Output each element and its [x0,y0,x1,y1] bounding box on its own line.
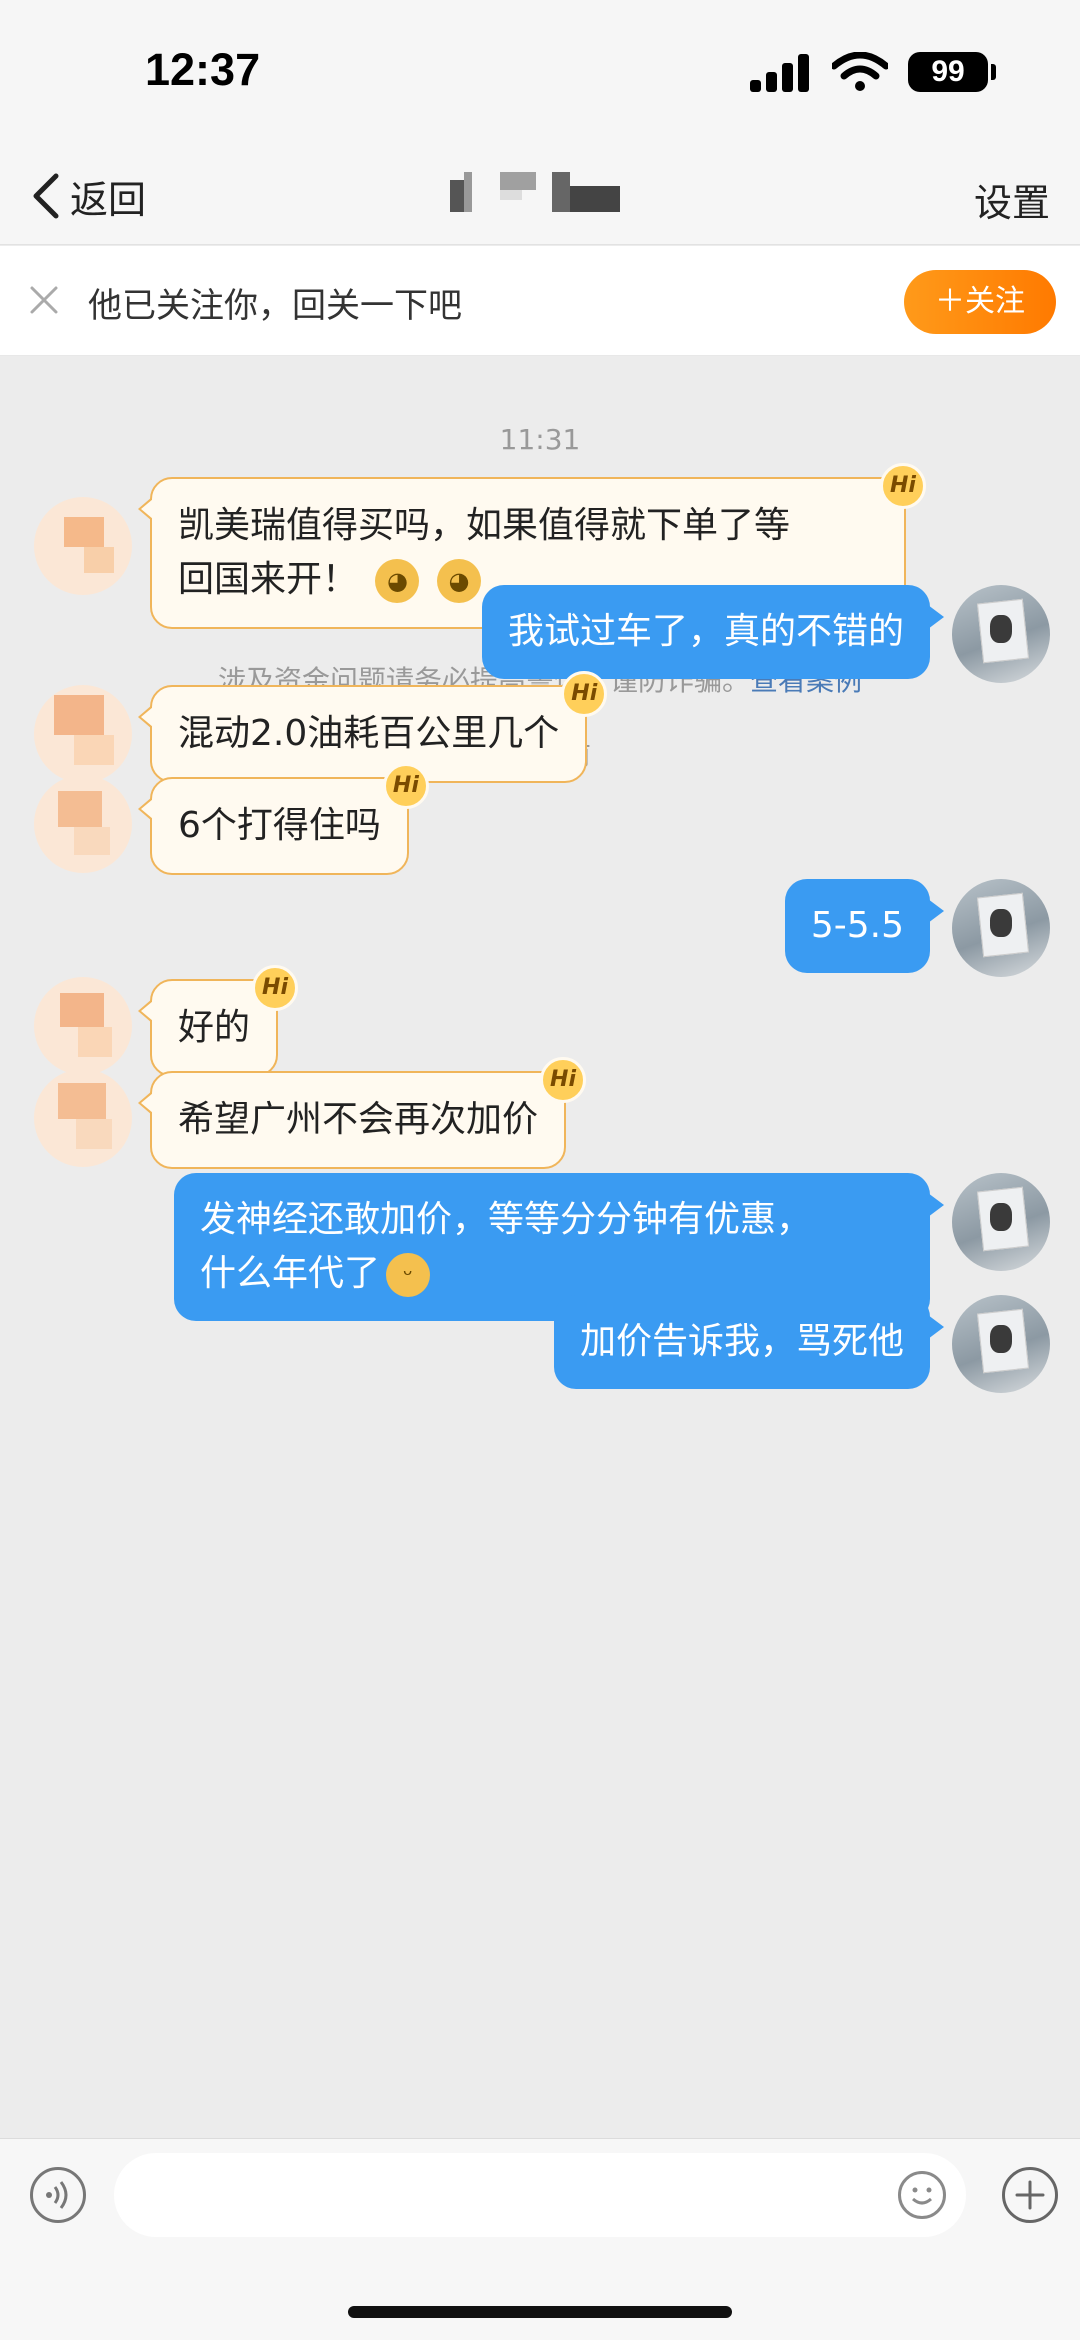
message-bubble-in[interactable]: 混动2.0油耗百公里几个 Hi [137,671,608,783]
emoji-button[interactable] [898,2171,946,2219]
chevron-left-icon [33,173,59,219]
message-input[interactable] [114,2153,966,2237]
status-icons: 99 [750,52,996,92]
close-icon[interactable] [26,282,62,318]
contact-name-redacted [450,172,625,222]
message-bubble-in[interactable]: 希望广州不会再次加价 Hi [137,1057,587,1169]
doge-emoji-icon: ◕ [375,559,420,603]
back-button[interactable]: 返回 [26,164,146,228]
status-time: 12:37 [145,44,261,95]
home-indicator [348,2306,732,2318]
chat-area[interactable]: 11:31 凯美瑞值得买吗，如果值得就下单了等 回国来开！ ◕ ◕ Hi 涉及资… [0,357,1080,2137]
message-bubble-in[interactable]: 6个打得住吗 Hi [138,763,429,875]
message-bubble-out[interactable]: 加价告诉我，骂死他 [553,1295,945,1389]
contact-avatar[interactable] [34,685,132,783]
message-bubble-in[interactable]: 好的 Hi [137,965,299,1077]
my-avatar[interactable] [952,1173,1050,1271]
time-divider: 11:31 [499,423,581,456]
contact-avatar[interactable] [34,1069,132,1167]
plus-button[interactable] [1002,2167,1058,2223]
voice-icon [46,2181,68,2209]
battery-icon: 99 [908,52,996,92]
message-text: 回国来开！ [178,559,359,600]
my-avatar[interactable] [952,1295,1050,1393]
my-avatar[interactable] [952,879,1050,977]
follow-button[interactable]: ＋关注 [904,270,1056,334]
message-text: 好的 [178,1007,251,1048]
message-text: 6个打得住吗 [178,805,381,846]
contact-avatar[interactable] [34,775,132,873]
hi-badge: Hi [561,671,608,717]
back-label: 返回 [70,177,147,222]
hi-badge: Hi [252,965,299,1011]
message-text: 什么年代了 [200,1253,381,1294]
contact-avatar[interactable] [34,977,132,1075]
message-text: 混动2.0油耗百公里几个 [178,713,560,754]
hi-badge: Hi [382,763,429,809]
follow-banner: 他已关注你，回关一下吧 ＋关注 [0,246,1080,356]
plus-icon [1015,2180,1045,2210]
nav-bar: 返回 设置 [0,150,1080,245]
contact-avatar[interactable] [34,497,132,595]
message-text-line2: 什么年代了 ᵕ [200,1247,904,1301]
message-text: 希望广州不会再次加价 [178,1099,539,1140]
grin-emoji-icon: ᵕ [386,1253,431,1297]
follow-prompt-text: 他已关注你，回关一下吧 [88,286,462,326]
smiley-icon [912,2187,932,2205]
message-text-line1: 凯美瑞值得买吗，如果值得就下单了等 [178,505,791,546]
message-bubble-out[interactable]: 我试过车了，真的不错的 [481,585,945,679]
status-bar: 12:37 99 [0,0,1080,150]
my-avatar[interactable] [952,585,1050,683]
settings-button[interactable]: 设置 [974,172,1050,227]
doge-emoji-icon: ◕ [436,559,481,603]
message-text-line1: 发神经还敢加价，等等分分钟有优惠， [200,1199,813,1240]
message-bubble-out[interactable]: 5-5.5 [784,879,945,973]
signal-icon [750,52,812,92]
hi-badge: Hi [540,1057,587,1103]
hi-badge: Hi [880,463,926,509]
wifi-icon [832,52,888,91]
voice-input-button[interactable] [30,2167,86,2223]
